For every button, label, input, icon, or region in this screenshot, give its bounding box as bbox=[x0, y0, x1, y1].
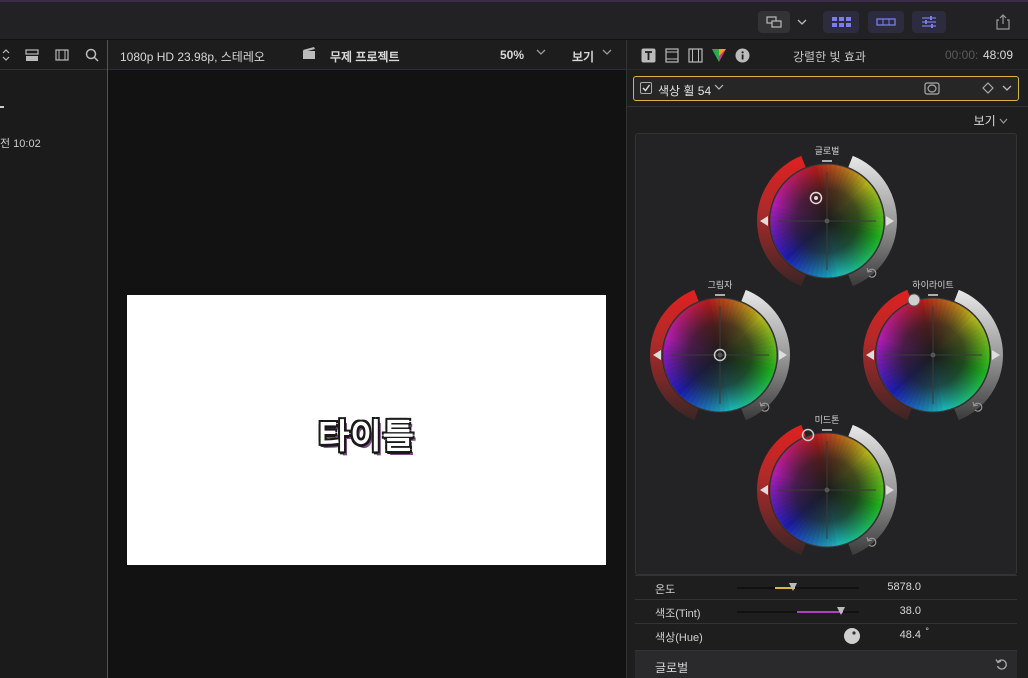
view-menu[interactable]: 보기 bbox=[572, 48, 594, 65]
tint-value[interactable]: 38.0 bbox=[900, 605, 921, 617]
global-label: 글로벌 bbox=[655, 661, 689, 675]
tint-row: 색조(Tint) 38.0 bbox=[635, 599, 1017, 623]
clapper-icon bbox=[302, 46, 316, 63]
info-icon[interactable] bbox=[735, 48, 750, 65]
format-label: 1080p HD 23.98p, 스테레오 bbox=[120, 50, 265, 64]
share-icon bbox=[996, 14, 1010, 30]
effect-title: 강렬한 빛 효과 bbox=[793, 50, 866, 64]
color-wheels-panel: 글로벌 그림자 하이라이트 미드톤 bbox=[635, 133, 1017, 575]
windows-icon bbox=[766, 16, 782, 28]
mask-icon[interactable] bbox=[924, 82, 940, 98]
wheel-label-highlights: 하이라이트 bbox=[912, 280, 954, 290]
display-options-button[interactable] bbox=[758, 11, 790, 33]
temperature-label: 온도 bbox=[655, 584, 676, 596]
inspector-toolbar: 강렬한 빛 효과 00:00: 48:09 bbox=[627, 40, 1028, 70]
global-section-row[interactable]: 글로벌 bbox=[635, 650, 1017, 678]
color-inspector-icon[interactable] bbox=[711, 48, 727, 65]
browser-toggle-button[interactable] bbox=[823, 11, 859, 33]
inspector-view-menu[interactable]: 보기 bbox=[974, 112, 1008, 129]
hue-dial[interactable] bbox=[843, 627, 861, 645]
updown-icon[interactable] bbox=[2, 48, 10, 64]
chevron-down-icon[interactable] bbox=[714, 81, 724, 96]
color-wheels[interactable] bbox=[636, 134, 1018, 576]
timecode-dim: 00:00: bbox=[945, 48, 979, 62]
chevron-down-icon[interactable] bbox=[792, 11, 812, 33]
row-marker bbox=[0, 106, 4, 108]
keyframe-icon[interactable] bbox=[982, 82, 994, 97]
wheel-center bbox=[824, 218, 830, 224]
timeline-toggle-button[interactable] bbox=[868, 11, 904, 33]
timecode: 48:09 bbox=[983, 48, 1014, 62]
text-inspector-icon[interactable] bbox=[641, 48, 656, 65]
temperature-value[interactable]: 5878.0 bbox=[887, 581, 921, 593]
color-wheel-name[interactable]: 색상 휠 54 bbox=[658, 82, 711, 99]
event-date: 전 10:02 bbox=[0, 138, 41, 150]
temperature-row: 온도 5878.0 bbox=[635, 575, 1017, 599]
hue-row: 색상(Hue) 48.4 ° bbox=[635, 623, 1017, 647]
sliders-icon bbox=[922, 16, 936, 28]
temperature-slider[interactable] bbox=[737, 583, 859, 591]
wheel-highlights[interactable] bbox=[863, 289, 1003, 421]
tint-label: 색조(Tint) bbox=[655, 608, 701, 620]
chevron-down-icon[interactable] bbox=[602, 46, 612, 60]
viewer-toolbar: 1080p HD 23.98p, 스테레오 무제 프로젝트 50% 보기 bbox=[108, 40, 626, 70]
timeline-icon bbox=[876, 18, 896, 26]
film-inspector-icon[interactable] bbox=[688, 48, 703, 65]
search-icon[interactable] bbox=[85, 48, 99, 64]
video-inspector-icon[interactable] bbox=[665, 48, 679, 65]
hue-value[interactable]: 48.4 bbox=[900, 629, 921, 641]
view-label: 보기 bbox=[973, 114, 996, 128]
filmstrip-view-icon[interactable] bbox=[25, 48, 39, 64]
tint-slider[interactable] bbox=[737, 607, 859, 615]
share-button[interactable] bbox=[988, 11, 1018, 33]
reset-icon[interactable] bbox=[995, 658, 1007, 673]
wheel-master[interactable] bbox=[757, 155, 897, 287]
chevron-down-icon[interactable] bbox=[1002, 82, 1012, 97]
grid-icon bbox=[832, 17, 851, 27]
color-wheels-effect-row[interactable]: 색상 휠 54 bbox=[633, 76, 1019, 101]
wheel-center bbox=[824, 487, 830, 493]
wheel-center bbox=[717, 352, 723, 358]
toolbar bbox=[0, 0, 1028, 40]
wheel-midtones[interactable] bbox=[757, 424, 897, 556]
title-overlay[interactable]: 타이틀 bbox=[127, 409, 606, 458]
inspector-toggle-button[interactable] bbox=[912, 11, 946, 33]
video-frame[interactable]: 타이틀 bbox=[127, 295, 606, 565]
zoom-level[interactable]: 50% bbox=[500, 48, 524, 62]
divider bbox=[627, 106, 1028, 107]
effect-enable-checkbox[interactable] bbox=[640, 82, 652, 94]
wheel-center bbox=[930, 352, 936, 358]
inspector-panel: 강렬한 빛 효과 00:00: 48:09 색상 휠 54 보기 글로벌 그림자… bbox=[626, 40, 1028, 678]
wheel-label-midtones: 미드톤 bbox=[814, 415, 840, 425]
hue-label: 색상(Hue) bbox=[655, 632, 703, 644]
browser-toolbar bbox=[0, 40, 107, 70]
wheel-label-master: 글로벌 bbox=[814, 146, 840, 156]
viewer-panel: 1080p HD 23.98p, 스테레오 무제 프로젝트 50% 보기 타이틀 bbox=[108, 40, 626, 678]
film-icon[interactable] bbox=[55, 48, 69, 64]
wheel-shadows[interactable] bbox=[650, 289, 790, 421]
hue-unit: ° bbox=[925, 626, 929, 636]
project-name[interactable]: 무제 프로젝트 bbox=[330, 48, 400, 65]
wheel-label-shadows: 그림자 bbox=[707, 280, 733, 290]
chevron-down-icon[interactable] bbox=[536, 46, 546, 60]
chevron-down-icon bbox=[999, 118, 1008, 124]
browser-panel: 전 10:02 bbox=[0, 40, 108, 678]
brightness-puck bbox=[907, 293, 921, 307]
